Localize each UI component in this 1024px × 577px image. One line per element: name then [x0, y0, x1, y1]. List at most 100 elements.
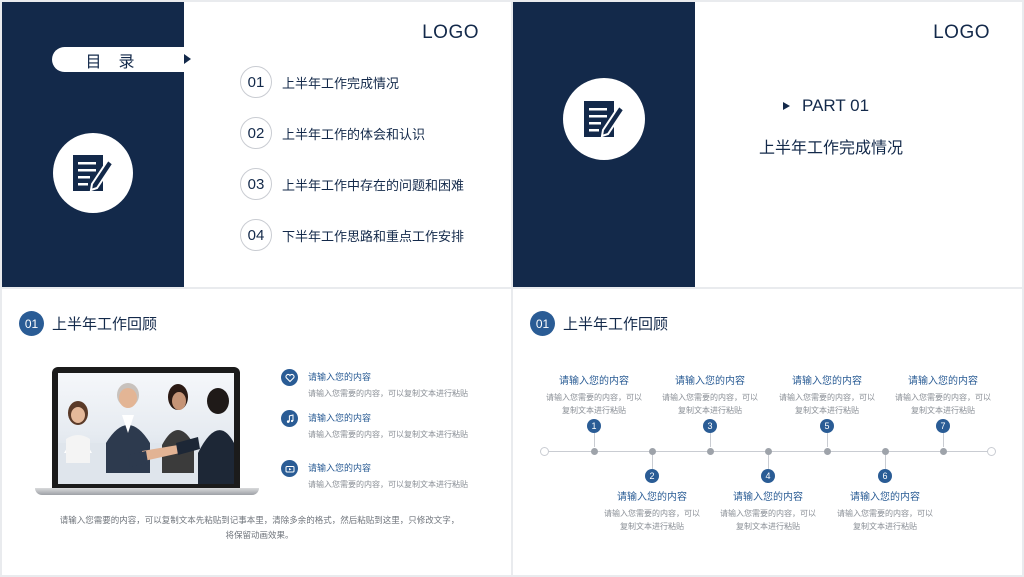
document-pen-icon [53, 133, 133, 213]
toc-item-3[interactable]: 03 上半年工作中存在的问题和困难 [240, 168, 464, 200]
step-desc: 请输入您需要的内容，可以 复制文本进行粘贴 [539, 391, 649, 417]
timeline-step-number: 4 [761, 469, 775, 483]
timeline-stem [652, 455, 653, 469]
timeline-dot [824, 448, 831, 455]
step-desc: 请输入您需要的内容，可以 复制文本进行粘贴 [888, 391, 998, 417]
feature-desc: 请输入您需要的内容，可以复制文本进行粘贴 [308, 389, 468, 398]
timeline-end [987, 447, 996, 456]
body-text: 请输入您需要的内容，可以复制文本先粘贴到记事本里，清除多余的格式，然后粘贴到这里… [32, 514, 487, 544]
feature-title: 请输入您的内容 [308, 414, 372, 424]
timeline-step-number: 2 [645, 469, 659, 483]
section-header: 01 上半年工作回顾 [19, 311, 157, 336]
timeline-step-card[interactable]: 请输入您的内容 请输入您需要的内容，可以 复制文本进行粘贴 [772, 372, 882, 417]
timeline-start [540, 447, 549, 456]
feature-title: 请输入您的内容 [308, 464, 372, 474]
logo-text: LOGO [933, 22, 990, 43]
body-line-1: 请输入您需要的内容，可以复制文本先粘贴到记事本里，清除多余的格式，然后粘贴到这里… [59, 516, 460, 526]
timeline-stem [827, 433, 828, 447]
timeline-stem [943, 433, 944, 447]
toc-item-2[interactable]: 02 上半年工作的体会和认识 [240, 117, 425, 149]
timeline-step-number: 6 [878, 469, 892, 483]
section-badge: 01 [530, 311, 555, 336]
step-desc-line-1: 请输入您需要的内容，可以 [662, 393, 758, 402]
step-title: 请输入您的内容 [559, 376, 629, 387]
step-desc-line-1: 请输入您需要的内容，可以 [604, 509, 700, 518]
step-title: 请输入您的内容 [617, 492, 687, 503]
step-desc-line-1: 请输入您需要的内容，可以 [779, 393, 875, 402]
timeline-step-card[interactable]: 请输入您的内容请输入您需要的内容，可以 复制文本进行粘贴 [655, 372, 765, 417]
timeline-dot [940, 448, 947, 455]
step-title: 请输入您的内容 [675, 376, 745, 387]
slide-timeline[interactable]: 01 上半年工作回顾 1 请输入您的内容 请输入您需要的内容，可以 复制文本进行粘贴 2… [513, 289, 1022, 575]
toc-item-1[interactable]: 01 上半年工作完成情况 [240, 66, 399, 98]
section-title: 上半年工作回顾 [563, 315, 669, 333]
timeline-step-card[interactable]: 请输入您的内容请输入您需要的内容，可以 复制文本进行粘贴 [830, 488, 940, 533]
timeline-stem [710, 433, 711, 447]
step-desc-line-2: 复制文本进行粘贴 [853, 522, 917, 531]
section-title: 上半年工作回顾 [52, 315, 158, 333]
step-desc-line-2: 复制文本进行粘贴 [795, 406, 859, 415]
step-desc-line-1: 请输入您需要的内容，可以 [895, 393, 991, 402]
part-subtitle: 上半年工作完成情况 [759, 138, 904, 157]
step-title: 请输入您的内容 [733, 492, 803, 503]
timeline-dot [649, 448, 656, 455]
step-desc: 请输入您需要的内容，可以 复制文本进行粘贴 [597, 507, 707, 533]
step-desc-line-2: 复制文本进行粘贴 [678, 406, 742, 415]
timeline-dot [882, 448, 889, 455]
logo-text: LOGO [422, 22, 479, 43]
toc-num: 01 [240, 66, 272, 98]
toc-title: 目 录 [52, 47, 184, 72]
timeline-step-number: 1 [587, 419, 601, 433]
step-desc: 请输入您需要的内容，可以 复制文本进行粘贴 [713, 507, 823, 533]
toc-num: 03 [240, 168, 272, 200]
slide-part[interactable]: LOGO PART 01 上半年工作完成情况 [513, 2, 1022, 287]
step-desc: 请输入您需要的内容，可以 复制文本进行粘贴 [655, 391, 765, 417]
body-line-2: 将保留动画效果。 [225, 531, 294, 541]
slide-toc[interactable]: 目 录 LOGO 01 上半年工作完成情况 02 上半年工作的体会和认识 03 … [2, 2, 511, 287]
music-note-icon [281, 410, 298, 427]
timeline-stem [594, 433, 595, 447]
video-icon [281, 460, 298, 477]
feature-item-1[interactable]: 请输入您的内容 请输入您需要的内容，可以复制文本进行粘贴 [281, 369, 468, 399]
toc-num: 04 [240, 219, 272, 251]
timeline-step-card[interactable]: 请输入您的内容请输入您需要的内容，可以 复制文本进行粘贴 [713, 488, 823, 533]
feature-desc: 请输入您需要的内容，可以复制文本进行粘贴 [308, 430, 468, 439]
step-desc-line-2: 复制文本进行粘贴 [911, 406, 975, 415]
slide-review[interactable]: 01 上半年工作回顾 请输入您的内容 请输入您需要的内容，可以复制文本进行粘贴 … [2, 289, 511, 575]
timeline-step-number: 3 [703, 419, 717, 433]
step-desc: 请输入您需要的内容，可以 复制文本进行粘贴 [830, 507, 940, 533]
timeline-step-card[interactable]: 请输入您的内容请输入您需要的内容，可以 复制文本进行粘贴 [888, 372, 998, 417]
timeline-step-card[interactable]: 请输入您的内容请输入您需要的内容，可以 复制文本进行粘贴 [539, 372, 649, 417]
toc-label: 上半年工作的体会和认识 [282, 127, 426, 143]
step-desc-line-1: 请输入您需要的内容，可以 [546, 393, 642, 402]
timeline-dot [707, 448, 714, 455]
feature-item-2[interactable]: 请输入您的内容 请输入您需要的内容，可以复制文本进行粘贴 [281, 410, 468, 440]
step-title: 请输入您的内容 [850, 492, 920, 503]
timeline-step-number: 7 [936, 419, 950, 433]
step-desc-line-2: 复制文本进行粘贴 [562, 406, 626, 415]
business-team-photo [58, 373, 234, 484]
laptop-base [35, 488, 259, 495]
part-label: PART 01 [802, 96, 870, 115]
feature-item-3[interactable]: 请输入您的内容 请输入您需要的内容，可以复制文本进行粘贴 [281, 460, 468, 490]
step-desc-line-1: 请输入您需要的内容，可以 [720, 509, 816, 518]
toc-label: 下半年工作思路和重点工作安排 [282, 229, 465, 245]
step-desc-line-1: 请输入您需要的内容，可以 [837, 509, 933, 518]
part-heading: PART 01 [783, 96, 869, 116]
step-desc-line-2: 复制文本进行粘贴 [736, 522, 800, 531]
toc-item-4[interactable]: 04 下半年工作思路和重点工作安排 [240, 219, 464, 251]
step-title: 请输入您的内容 [908, 376, 978, 387]
document-pen-icon [563, 78, 645, 160]
timeline-dot [591, 448, 598, 455]
toc-label: 上半年工作完成情况 [282, 76, 400, 92]
toc-num: 02 [240, 117, 272, 149]
section-badge: 01 [19, 311, 44, 336]
timeline-step-number: 5 [820, 419, 834, 433]
timeline-step-card[interactable]: 请输入您的内容请输入您需要的内容，可以 复制文本进行粘贴 [597, 488, 707, 533]
timeline-stem [768, 455, 769, 469]
pill-arrow-icon [184, 54, 191, 64]
timeline-dot [765, 448, 772, 455]
toc-label: 上半年工作中存在的问题和困难 [282, 178, 465, 194]
section-header: 01 上半年工作回顾 [530, 311, 668, 336]
triangle-icon [783, 102, 790, 110]
